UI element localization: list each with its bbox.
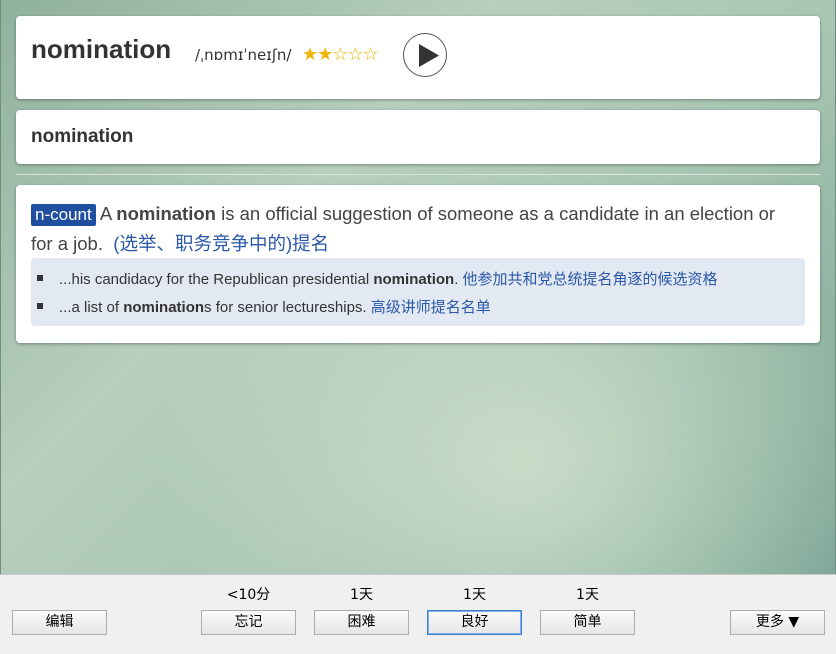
definition-pre: A (95, 203, 117, 224)
interval-easy: 1天 (576, 587, 599, 603)
definition-text: n-count A nomination is an official sugg… (31, 199, 791, 258)
good-button[interactable]: 良好 (427, 610, 522, 635)
example-keyword: nomination (123, 299, 205, 316)
word-header-card: nomination /ˌnɒmɪˈneɪʃn/ ★★☆☆☆ (16, 16, 820, 99)
frequency-stars: ★★☆☆☆ (302, 44, 379, 65)
headword: nomination (31, 34, 172, 64)
headword-card: nomination (16, 110, 820, 164)
example-chinese: 他参加共和党总统提名角逐的候选资格 (462, 271, 718, 288)
example-keyword: nomination (373, 271, 455, 288)
example-pre: ...a list of (59, 299, 124, 316)
interval-hard: 1天 (350, 587, 373, 603)
interval-again: <10分 (226, 587, 271, 603)
play-icon (419, 44, 439, 67)
headword-secondary: nomination (31, 126, 134, 147)
again-button[interactable]: 忘记 (201, 610, 296, 635)
interval-good: 1天 (463, 587, 486, 603)
definition-card: n-count A nomination is an official sugg… (16, 185, 820, 343)
bullet-icon (37, 303, 43, 309)
examples-box: ...his candidacy for the Republican pres… (31, 258, 805, 326)
more-button[interactable]: 更多 ▼ (730, 610, 825, 635)
pos-tag: n-count (31, 204, 96, 226)
example-post: . (454, 271, 459, 288)
play-audio-button[interactable] (403, 33, 447, 77)
easy-button[interactable]: 简单 (540, 610, 635, 635)
bullet-icon (37, 275, 43, 281)
edit-button[interactable]: 编辑 (12, 610, 107, 635)
hard-button[interactable]: 困难 (314, 610, 409, 635)
phonetic: /ˌnɒmɪˈneɪʃn/ (195, 46, 292, 64)
example-post: s for senior lectureships. (204, 299, 367, 316)
definition-chinese: (选举、职务竞争中的)提名 (113, 233, 330, 254)
example-pre: ...his candidacy for the Republican pres… (59, 271, 374, 288)
answer-bar: 编辑 <10分 忘记 1天 困难 1天 良好 1天 简单 更多 ▼ (0, 574, 836, 654)
example-chinese: 高级讲师提名名单 (370, 299, 491, 316)
definition-keyword: nomination (116, 203, 216, 224)
section-divider (16, 174, 820, 175)
